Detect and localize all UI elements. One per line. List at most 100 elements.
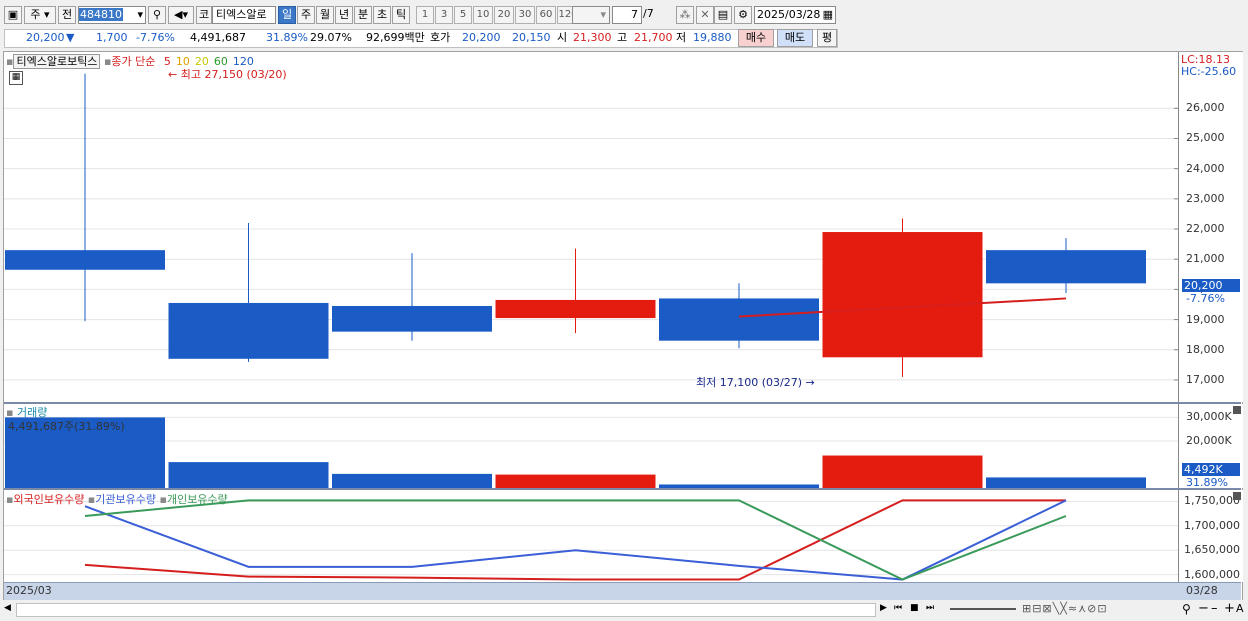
- speaker-icon[interactable]: ◀▾: [168, 6, 194, 24]
- stock-name-value: 티엑스알로: [216, 8, 267, 21]
- interval-custom-field[interactable]: ▾: [572, 6, 610, 24]
- y-tick-label: 20,000K: [1186, 433, 1232, 447]
- holdings-legend-item[interactable]: 기관보유수량: [95, 493, 156, 506]
- volume-bar: [822, 455, 983, 488]
- holdings-series-line: [84, 499, 1067, 581]
- buy-button[interactable]: 매수: [738, 29, 774, 47]
- time-axis: [4, 582, 1241, 600]
- auto-scale-icon[interactable]: A: [1236, 602, 1244, 615]
- period-tab-0[interactable]: 일: [278, 6, 296, 24]
- hc-label: HC:-25.60: [1181, 65, 1237, 78]
- eval-button-label: 평: [821, 31, 833, 44]
- legend-marker: ▪: [84, 493, 96, 506]
- scroll-first-button[interactable]: ⏮: [894, 603, 908, 617]
- interval-button-3[interactable]: 3: [435, 6, 453, 24]
- sell-button[interactable]: 매도: [777, 29, 813, 47]
- min-note: 최저 17,100 (03/27) →: [696, 376, 815, 389]
- y-tick-label: 19,000: [1186, 312, 1225, 326]
- low-label: 저: [676, 31, 687, 44]
- ma-title[interactable]: 종가 단순: [111, 55, 155, 68]
- legend-marker: ▪: [156, 493, 167, 506]
- period-tab-2[interactable]: 월: [316, 6, 334, 24]
- search-icon[interactable]: ⚲: [148, 6, 166, 24]
- current-price-marker: 20,200: [1182, 279, 1240, 292]
- crosshair-icon[interactable]: ✕: [696, 6, 714, 24]
- stop-button[interactable]: ■: [910, 603, 924, 617]
- btn-jeon[interactable]: 전: [58, 6, 76, 24]
- save-icon[interactable]: ▤: [714, 6, 732, 24]
- y-tick-label: 30,000K: [1186, 410, 1232, 424]
- candle-body: [822, 232, 983, 358]
- volume-bar: [332, 473, 492, 488]
- candle-body: [495, 299, 656, 319]
- window-menu-icon[interactable]: ▣: [4, 6, 22, 24]
- count-field[interactable]: 7: [612, 6, 642, 24]
- interval-button-60[interactable]: 60: [536, 6, 556, 24]
- grid-toggle-icon[interactable]: ▦: [9, 71, 23, 85]
- interval-button-1[interactable]: 1: [416, 6, 434, 24]
- hoga-ask: 20,150: [512, 31, 551, 44]
- extra-pct: 29.07%: [310, 31, 352, 44]
- holdings-series-line: [84, 499, 1066, 581]
- volume-chart[interactable]: [4, 404, 1178, 488]
- open-label: 시: [557, 31, 568, 44]
- holdings-legend-item[interactable]: 외국인보유수량: [13, 493, 84, 506]
- zoom-reset-icon[interactable]: –: [1211, 601, 1218, 616]
- candle-body: [986, 250, 1146, 284]
- period-tab-5[interactable]: 초: [373, 6, 391, 24]
- date-value: 2025/03/28: [757, 8, 821, 21]
- scroll-right-button[interactable]: ▶: [880, 603, 892, 617]
- period-tab-3[interactable]: 년: [335, 6, 353, 24]
- y-tick-label: 1,750,000: [1184, 494, 1240, 508]
- btn-code-select[interactable]: 코: [196, 6, 212, 24]
- interval-button-5[interactable]: 5: [454, 6, 472, 24]
- interval-button-20[interactable]: 20: [494, 6, 514, 24]
- scroll-last-button[interactable]: ⏭: [926, 603, 940, 617]
- volume-value: 4,491,687: [190, 31, 246, 44]
- calendar-icon[interactable]: ▦: [823, 7, 833, 23]
- period-tab-1[interactable]: 주: [297, 6, 315, 24]
- tab-ju[interactable]: 주 ▾: [24, 6, 56, 24]
- volume-bar: [986, 477, 1146, 488]
- scroll-left-button[interactable]: ◀: [4, 603, 16, 617]
- candle-body: [332, 305, 492, 332]
- buy-button-label: 매수: [745, 31, 767, 44]
- panel-close-icon[interactable]: [1233, 406, 1241, 414]
- compare-icon[interactable]: ⁂: [676, 6, 694, 24]
- eval-button[interactable]: 평: [817, 29, 837, 47]
- horizontal-scrollbar[interactable]: [16, 603, 876, 617]
- low-value: 19,880: [693, 31, 732, 44]
- price-chart[interactable]: [4, 52, 1178, 402]
- holdings-legend: ▪외국인보유수량 ▪기관보유수량 ▪개인보유수량: [6, 491, 228, 507]
- search-icon[interactable]: ⚲: [1182, 602, 1191, 616]
- max-note-text: 최고 27,150 (03/20): [180, 68, 287, 81]
- zoom-out-icon[interactable]: −: [1198, 601, 1209, 616]
- stock-name-field[interactable]: 티엑스알로: [212, 6, 276, 24]
- current-price: 20,200: [26, 31, 65, 44]
- chevron-down-icon[interactable]: ▾: [137, 7, 143, 23]
- stock-label[interactable]: 티엑스알로보틱스: [13, 54, 101, 69]
- candle-body: [168, 302, 329, 359]
- chevron-down-icon[interactable]: ▾: [600, 7, 606, 23]
- gear-icon[interactable]: ⚙: [734, 6, 752, 24]
- code-input[interactable]: 484810 ▾: [78, 6, 146, 24]
- y-tick-label: 25,000: [1186, 131, 1225, 145]
- open-value: 21,300: [573, 31, 612, 44]
- drawing-tools[interactable]: ⊞⊟⊠╲╳≈⋏⊘⊡: [1022, 602, 1182, 618]
- min-note-text: 최저 17,100 (03/27): [696, 376, 803, 389]
- y-tick-label: 17,000: [1186, 372, 1225, 386]
- panel-close-icon[interactable]: [1233, 492, 1241, 500]
- date-field[interactable]: 2025/03/28 ▦: [754, 6, 836, 24]
- candle-body: [659, 298, 819, 341]
- y-tick-label: 18,000: [1186, 342, 1225, 356]
- sell-button-label: 매도: [784, 31, 806, 44]
- zoom-in-icon[interactable]: +: [1224, 601, 1235, 616]
- holdings-legend-item[interactable]: 개인보유수량: [167, 493, 228, 506]
- period-tab-4[interactable]: 분: [354, 6, 372, 24]
- interval-button-10[interactable]: 10: [473, 6, 493, 24]
- y-tick-label: 24,000: [1186, 161, 1225, 175]
- period-tab-6[interactable]: 틱: [392, 6, 410, 24]
- hoga-bid: 20,200: [462, 31, 501, 44]
- interval-button-30[interactable]: 30: [515, 6, 535, 24]
- zoom-slider[interactable]: [950, 608, 1016, 610]
